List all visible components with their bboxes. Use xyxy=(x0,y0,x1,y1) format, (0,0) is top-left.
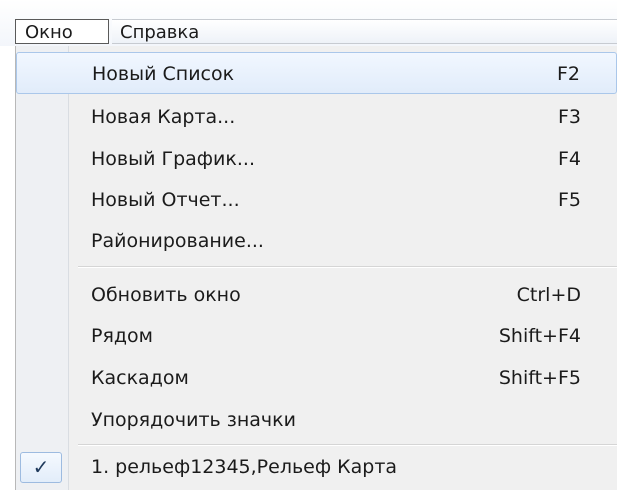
menu-item-label: Новый Отчет... xyxy=(91,189,240,211)
menu-item-new-list[interactable]: Новый Список F2 xyxy=(16,52,617,94)
menu-item-label: Обновить окно xyxy=(91,284,241,306)
menu-item-label: Новый График... xyxy=(91,148,255,170)
menu-window[interactable]: Окно xyxy=(15,19,109,44)
menu-item-open-window-1[interactable]: ✓ 1. рельеф12345,Рельеф Карта xyxy=(16,446,617,488)
checkmark-icon: ✓ xyxy=(20,452,62,483)
window-dropdown-menu: Новый Список F2 Новая Карта... F3 Новый … xyxy=(15,46,617,490)
menu-item-label: Новая Карта... xyxy=(91,106,236,128)
menu-item-tile[interactable]: Рядом Shift+F4 xyxy=(16,315,617,357)
menu-item-label: Рядом xyxy=(91,325,153,347)
menu-item-new-map[interactable]: Новая Карта... F3 xyxy=(16,96,617,138)
menu-item-shortcut: Ctrl+D xyxy=(516,284,581,306)
menu-item-refresh-window[interactable]: Обновить окно Ctrl+D xyxy=(16,274,617,316)
menu-item-shortcut: F3 xyxy=(557,106,581,128)
menu-help[interactable]: Справка xyxy=(112,19,617,44)
menu-item-label: 1. рельеф12345,Рельеф Карта xyxy=(91,456,398,478)
menu-item-arrange-icons[interactable]: Упорядочить значки xyxy=(16,399,617,441)
menu-item-shortcut: F2 xyxy=(556,63,580,85)
menu-item-label: Новый Список xyxy=(92,63,235,85)
menu-item-label: Каскадом xyxy=(91,367,189,389)
menu-item-new-report[interactable]: Новый Отчет... F5 xyxy=(16,179,617,221)
menu-separator xyxy=(78,266,617,268)
menu-bar: Окно Справка xyxy=(0,0,617,46)
menu-item-label: Упорядочить значки xyxy=(91,409,296,431)
menu-item-shortcut: F4 xyxy=(557,148,581,170)
menu-item-cascade[interactable]: Каскадом Shift+F5 xyxy=(16,357,617,399)
menu-item-new-chart[interactable]: Новый График... F4 xyxy=(16,138,617,180)
menu-item-shortcut: Shift+F5 xyxy=(498,367,581,389)
menu-item-shortcut: Shift+F4 xyxy=(498,325,581,347)
menu-item-shortcut: F5 xyxy=(557,189,581,211)
menu-item-zoning[interactable]: Районирование... xyxy=(16,220,617,262)
menu-item-label: Районирование... xyxy=(91,230,264,252)
